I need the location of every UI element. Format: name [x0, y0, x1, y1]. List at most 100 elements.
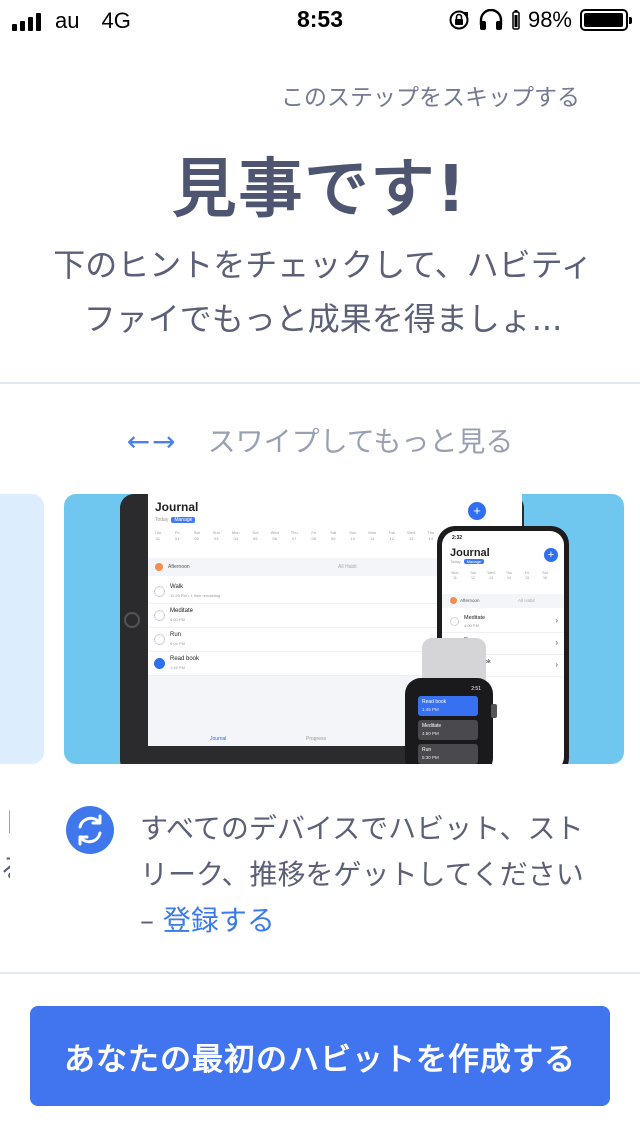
phone-day-cell: Sat 16	[536, 571, 554, 581]
tablet-habit-name: Read book	[170, 656, 200, 662]
watch-habit-item: Meditate 4:50 PM	[418, 720, 478, 740]
tablet-day-cell: Mon 04	[226, 530, 246, 542]
create-first-habit-button[interactable]: あなたの最初のハビットを作成する	[30, 1006, 610, 1106]
tablet-day-cell: Wed 06	[265, 530, 285, 542]
tablet-day-cell: Sun 03	[207, 530, 227, 542]
phone-time: 2:32	[452, 535, 463, 541]
headphone-battery-icon	[512, 10, 520, 30]
watch-habit-time: 5:30 PM	[422, 755, 439, 760]
tablet-bottom-tab-progress: Progress	[306, 736, 327, 742]
watch-habit-name: Meditate	[422, 723, 442, 729]
tablet-day-cell: Thu 07	[285, 530, 305, 542]
chevron-right-icon: ›	[555, 638, 558, 647]
check-done-icon	[154, 658, 165, 669]
tablet-day-number: 07	[292, 536, 297, 541]
skip-step-link[interactable]: このステップをスキップする	[281, 78, 580, 112]
chevron-right-icon: ›	[555, 660, 558, 669]
tablet-day-number: 13	[409, 536, 414, 541]
sun-icon	[155, 563, 163, 571]
carousel-card-previous[interactable]	[0, 494, 44, 764]
tablet-day-number: 10	[350, 536, 355, 541]
tablet-day-number: 05	[253, 536, 258, 541]
previous-card-text: ト る	[0, 806, 10, 885]
tablet-day-number: 11	[370, 536, 375, 541]
phone-journal-title: Journal	[450, 547, 490, 559]
tablet-habit-time: 1:45 PM	[170, 665, 185, 670]
phone-day-number: 14	[507, 576, 511, 580]
tablet-day-number: 02	[194, 536, 199, 541]
phone-day-cell: Fri 15	[518, 571, 536, 581]
tablet-day-number: 08	[311, 536, 316, 541]
tablet-day-number: 03	[214, 536, 219, 541]
register-link[interactable]: 登録する	[163, 904, 275, 937]
feature-description: すべてのデバイスでハビット、ストリーク、推移をゲットしてください – 登録する	[140, 806, 600, 944]
swipe-arrows-icon: ←→	[126, 425, 178, 458]
check-empty-icon	[154, 586, 165, 597]
tablet-day-number: 04	[233, 536, 238, 541]
tablet-day-number: 12	[389, 536, 394, 541]
battery-icon	[580, 9, 632, 31]
tablet-day-cell: Tue 12	[382, 530, 402, 542]
tablet-day-cell: Fri 08	[304, 530, 324, 542]
phone-day-number: 11	[453, 576, 457, 580]
phone-habit-time: 4:00 PM	[464, 623, 479, 628]
check-empty-icon	[154, 610, 165, 621]
phone-day-number: 15	[525, 576, 529, 580]
tablet-habit-name: Walk	[170, 584, 184, 590]
swipe-hint: ←→ スワイプしてもっと見る	[0, 420, 640, 460]
phone-tab-today: Today	[450, 559, 461, 564]
watch-habit-item: Run 5:30 PM	[418, 744, 478, 764]
phone-tabs: Today Manage	[450, 559, 485, 564]
tablet-tab-manage: Manage	[171, 517, 196, 523]
phone-habit-row: Meditate 4:00 PM ›	[442, 611, 564, 633]
divider-bottom	[0, 972, 640, 974]
tablet-habit-name: Run	[170, 632, 182, 638]
tablet-day-cell: Sat 02	[187, 530, 207, 542]
phone-add-icon: +	[544, 548, 558, 562]
phone-section-all: All Habit	[518, 598, 535, 603]
phone-day-number: 16	[543, 576, 547, 580]
tablet-day-number: 06	[272, 536, 277, 541]
tablet-habit-time: 11:26 PM • 1 time remaining	[170, 593, 221, 598]
tablet-habit-time: 9:04 PM	[170, 641, 185, 646]
tablet-habit-time: 4:00 PM	[170, 617, 185, 622]
watch-habit-name: Run	[422, 747, 432, 753]
battery-percent: 98%	[527, 7, 572, 32]
rotation-lock-icon	[449, 10, 469, 30]
carousel-card-devices[interactable]: Journal Today Manage Thu 31 Fri 01 Sat 02 Sun 03…	[64, 494, 624, 764]
tablet-habit-name: Meditate	[170, 608, 194, 614]
tablet-section-all: All Habit	[338, 564, 357, 570]
tablet-day-number: 01	[175, 536, 180, 541]
tablet-section-afternoon: Afternoon	[168, 564, 190, 570]
tablet-bottom-tab-journal: Journal	[210, 736, 227, 742]
sync-icon	[66, 806, 114, 854]
page-title: 見事です!	[172, 153, 468, 227]
tablet-day-cell: Mon 11	[363, 530, 383, 542]
phone-day-strip: Mon 11 Tue 12 Wed 13 Thu 14 Fri 15 Sat 16	[446, 571, 554, 581]
watch-habit-item: Read book 1:45 PM	[418, 696, 478, 716]
swipe-hint-label: スワイプしてもっと見る	[207, 425, 514, 458]
phone-tab-manage: Manage	[463, 559, 485, 564]
phone-day-number: 13	[489, 576, 493, 580]
sync-arrows-icon	[78, 814, 102, 846]
phone-section-header: Afternoon All Habit	[442, 594, 564, 608]
sun-icon	[450, 597, 457, 604]
phone-day-cell: Thu 14	[500, 571, 518, 581]
tablet-day-cell: Sat 09	[324, 530, 344, 542]
phone-day-cell: Mon 11	[446, 571, 464, 581]
tablet-tabs: Today Manage	[155, 517, 196, 523]
watch-time: 2:51	[471, 686, 481, 692]
phone-section-afternoon: Afternoon	[460, 598, 480, 603]
watch-habit-name: Read book	[422, 699, 447, 705]
phone-day-number: 12	[471, 576, 475, 580]
tablet-day-number: 09	[331, 536, 336, 541]
tablet-add-icon: +	[468, 502, 486, 520]
divider-top	[0, 382, 640, 384]
watch-habit-time: 1:45 PM	[422, 707, 439, 712]
tablet-journal-title: Journal	[155, 500, 199, 514]
watch-crown	[491, 704, 497, 718]
phone-day-cell: Tue 12	[464, 571, 482, 581]
chevron-right-icon: ›	[555, 616, 558, 625]
previous-card-text-fragment: ト る	[0, 800, 10, 892]
phone-day-cell: Wed 13	[482, 571, 500, 581]
